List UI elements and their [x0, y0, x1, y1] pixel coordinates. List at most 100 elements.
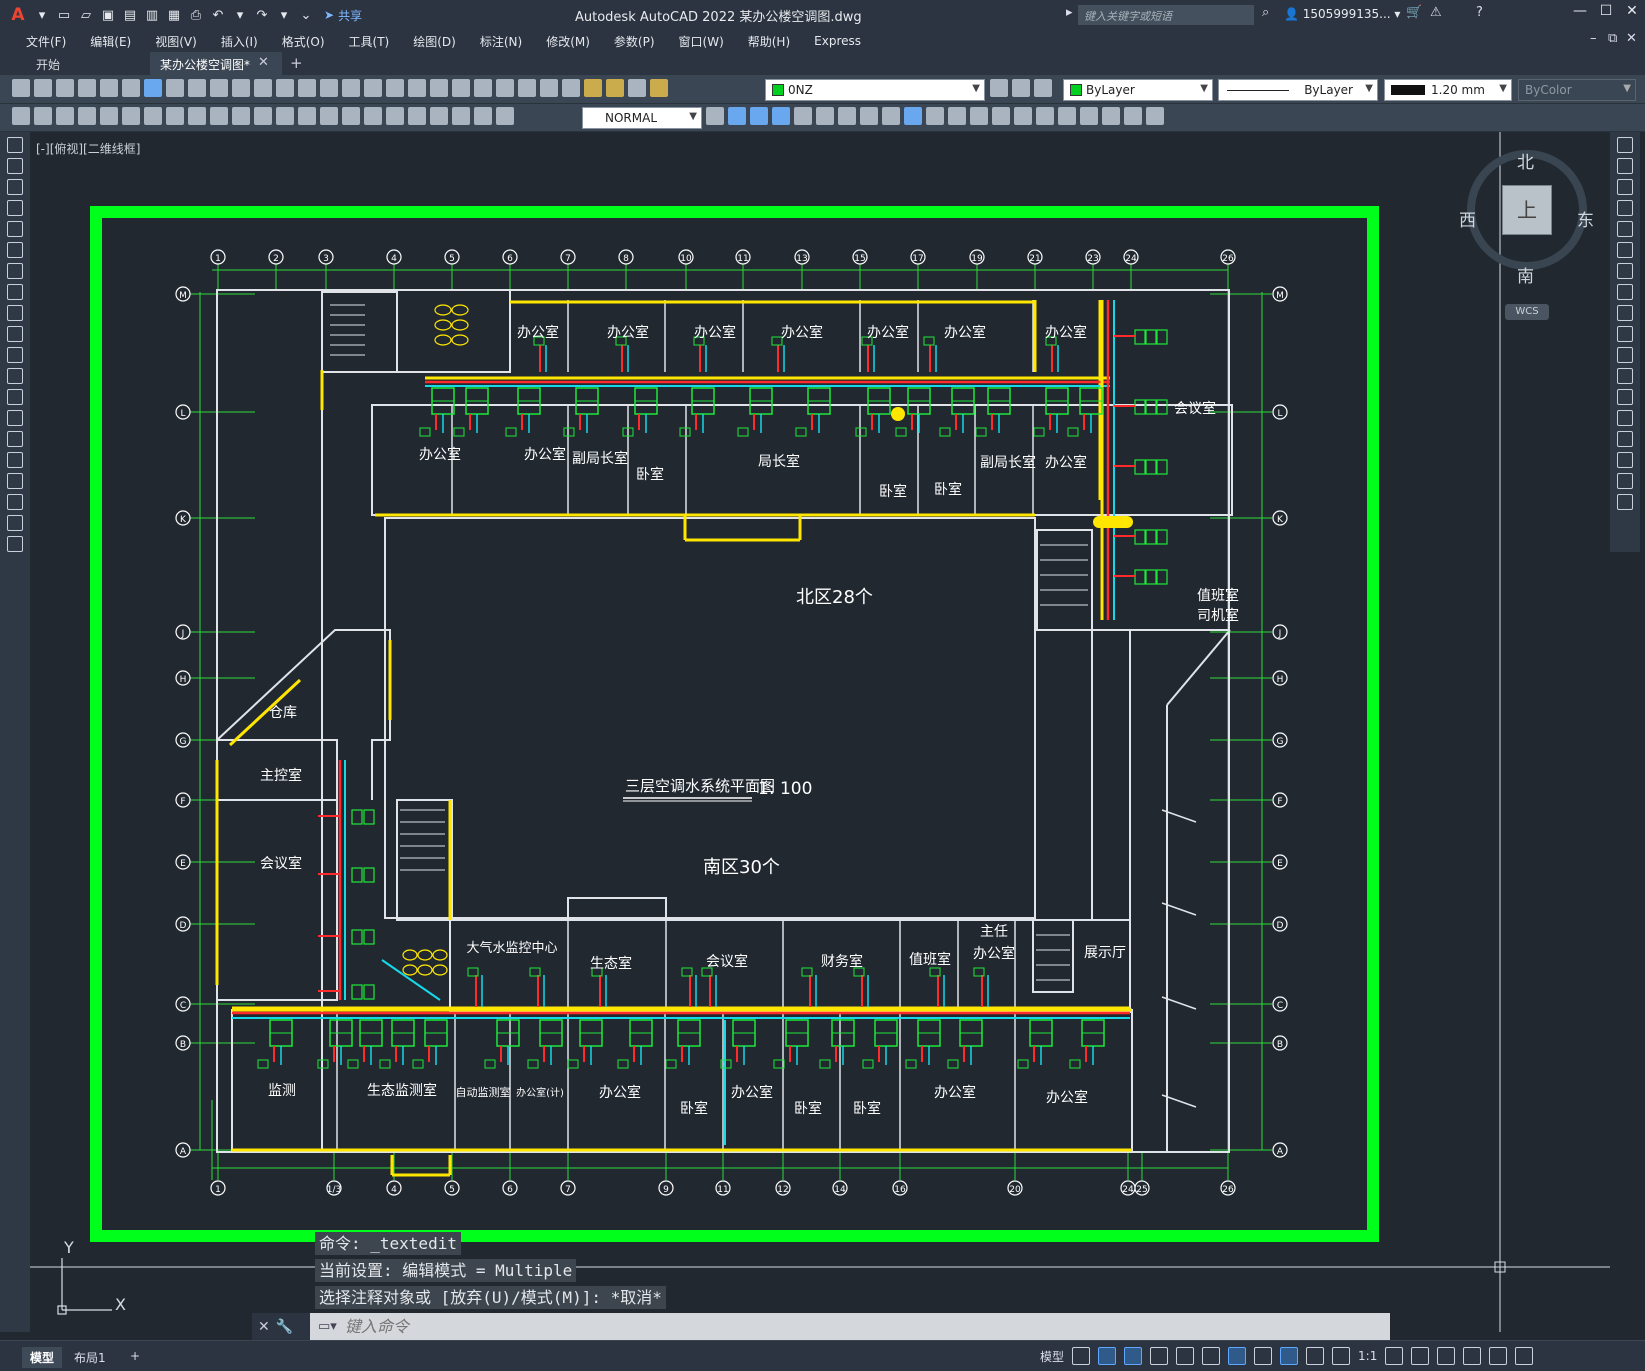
save-icon[interactable] — [56, 79, 74, 97]
wcs-menu[interactable]: WCS — [1505, 304, 1549, 320]
ellipse-arc-icon[interactable] — [7, 347, 23, 363]
autodesk-app-icon[interactable]: ⚠ — [1430, 5, 1442, 20]
snap-icon[interactable] — [1098, 1347, 1117, 1365]
menu-draw[interactable]: 绘图(D) — [401, 33, 468, 50]
region-icon[interactable] — [7, 473, 23, 489]
visual-style-dropdown[interactable]: NORMAL ▼ — [582, 107, 702, 129]
polygon-icon[interactable] — [7, 200, 23, 216]
view-cube[interactable]: 上 北 南 东 西 — [1459, 150, 1594, 287]
circle-icon[interactable] — [7, 263, 23, 279]
publish-icon[interactable] — [122, 79, 140, 97]
copy-icon[interactable] — [1617, 158, 1633, 174]
shell-icon[interactable] — [1146, 107, 1164, 125]
doc-minimize-icon[interactable]: – — [1590, 31, 1597, 46]
open-file-icon[interactable]: ▱ — [76, 5, 96, 25]
menu-express[interactable]: Express — [802, 34, 873, 48]
design-center-icon[interactable] — [430, 79, 448, 97]
gear-icon[interactable] — [1385, 1347, 1404, 1365]
new-tab-icon[interactable]: + — [290, 54, 303, 72]
search-icon[interactable]: ⌕ — [1262, 5, 1269, 20]
close-tab-icon[interactable]: ✕ — [258, 55, 269, 70]
menu-file[interactable]: 文件(F) — [14, 33, 78, 50]
fillet-icon[interactable] — [1617, 452, 1633, 468]
align-icon[interactable] — [794, 107, 812, 125]
array-3d-icon[interactable] — [860, 107, 878, 125]
quick-dim-icon[interactable] — [254, 107, 272, 125]
aligned-dim-icon[interactable] — [100, 107, 118, 125]
block-editor-icon[interactable] — [254, 79, 272, 97]
drawing-canvas[interactable]: 1 2 3 4 5 6 7 8 10 11 13 15 17 19 21 23 24 26 1 1/3 4 5 6 7 9 11… — [30, 132, 1610, 1332]
user-account[interactable]: 👤 1505999135... ▾ — [1284, 7, 1400, 21]
search-input[interactable]: 键入关键字或短语 — [1078, 5, 1254, 25]
plotstyle-dropdown[interactable]: ByColor ▼ — [1518, 79, 1636, 101]
separate-icon[interactable] — [1124, 107, 1142, 125]
continue-dim-icon[interactable] — [298, 107, 316, 125]
dim-space-icon[interactable] — [320, 107, 338, 125]
mirror-3d-icon[interactable] — [882, 107, 900, 125]
3dprint-icon[interactable] — [144, 79, 162, 97]
angular-dim-icon[interactable] — [232, 107, 250, 125]
linetype-dropdown[interactable]: ByLayer ▼ — [1218, 79, 1378, 101]
dim-update-icon[interactable] — [496, 107, 514, 125]
auto-scale-icon[interactable] — [1306, 1347, 1325, 1365]
help-icon[interactable] — [540, 79, 558, 97]
color-dropdown[interactable]: ByLayer ▼ — [1063, 79, 1213, 101]
polar-icon[interactable] — [1150, 1347, 1169, 1365]
qsave-icon[interactable] — [12, 107, 30, 125]
matchprop-icon[interactable] — [232, 79, 250, 97]
construction-line-icon[interactable] — [7, 158, 23, 174]
annotation-visibility-icon[interactable] — [1280, 1347, 1299, 1365]
close-command-line-icon[interactable]: ✕ — [258, 1319, 270, 1335]
pan-icon[interactable] — [320, 79, 338, 97]
wblock-icon[interactable] — [34, 107, 52, 125]
maximize-button[interactable]: ☐ — [1594, 3, 1618, 25]
calculator-icon[interactable] — [518, 79, 536, 97]
redo-icon[interactable] — [298, 79, 316, 97]
undo-icon[interactable]: ↶ — [208, 5, 228, 25]
layer-dropdown[interactable]: 0NZ ▼ — [765, 79, 985, 101]
taper-faces-icon[interactable] — [1014, 107, 1032, 125]
autocad-logo-icon[interactable]: A — [6, 4, 30, 26]
annotation-scale-icon[interactable] — [1332, 1347, 1351, 1365]
plus-icon[interactable] — [1411, 1347, 1430, 1365]
move-icon[interactable] — [1617, 242, 1633, 258]
doc-close-icon[interactable]: ✕ — [1626, 31, 1637, 46]
add-selected-icon[interactable] — [7, 536, 23, 552]
explode-icon[interactable] — [1617, 494, 1633, 510]
annotation-scale-value[interactable]: 1:1 — [1358, 1349, 1377, 1363]
subtract-icon[interactable] — [750, 107, 768, 125]
add-layout-icon[interactable]: + — [122, 1347, 148, 1365]
hardware-acceleration-icon[interactable] — [1463, 1347, 1482, 1365]
break-icon[interactable] — [1617, 389, 1633, 405]
copy-icon[interactable] — [188, 79, 206, 97]
jogged-dim-icon[interactable] — [188, 107, 206, 125]
print-icon[interactable]: ⎙ — [186, 5, 206, 25]
save-as-icon[interactable]: ▤ — [120, 5, 140, 25]
copy-faces-icon[interactable] — [1036, 107, 1054, 125]
menu-parametric[interactable]: 参数(P) — [602, 33, 667, 50]
blend-icon[interactable] — [1617, 473, 1633, 489]
undo-icon[interactable] — [276, 79, 294, 97]
ordinate-dim-icon[interactable] — [144, 107, 162, 125]
tab-model[interactable]: 模型 — [22, 1347, 63, 1368]
cut-icon[interactable] — [166, 79, 184, 97]
sun-icon[interactable] — [606, 79, 624, 97]
spline-icon[interactable] — [7, 305, 23, 321]
dim-break-icon[interactable] — [342, 107, 360, 125]
trim-icon[interactable] — [1617, 326, 1633, 342]
model-space-label[interactable]: 模型 — [1040, 1348, 1064, 1365]
make-block-icon[interactable] — [7, 389, 23, 405]
rectangle-icon[interactable] — [7, 221, 23, 237]
clean-screen-icon[interactable] — [1489, 1347, 1508, 1365]
menu-view[interactable]: 视图(V) — [143, 33, 209, 50]
preview-icon[interactable] — [100, 79, 118, 97]
mtext-icon[interactable] — [7, 515, 23, 531]
view-cube-top-face[interactable]: 上 — [1502, 185, 1552, 235]
insert-block-icon[interactable] — [7, 368, 23, 384]
lineweight-icon[interactable] — [1254, 1347, 1273, 1365]
diameter-dim-icon[interactable] — [210, 107, 228, 125]
layer-freeze-icon[interactable] — [628, 79, 646, 97]
join-icon[interactable] — [1617, 410, 1633, 426]
compass-east[interactable]: 东 — [1577, 206, 1594, 231]
expand-arrow-icon[interactable]: ▸ — [1066, 5, 1073, 20]
